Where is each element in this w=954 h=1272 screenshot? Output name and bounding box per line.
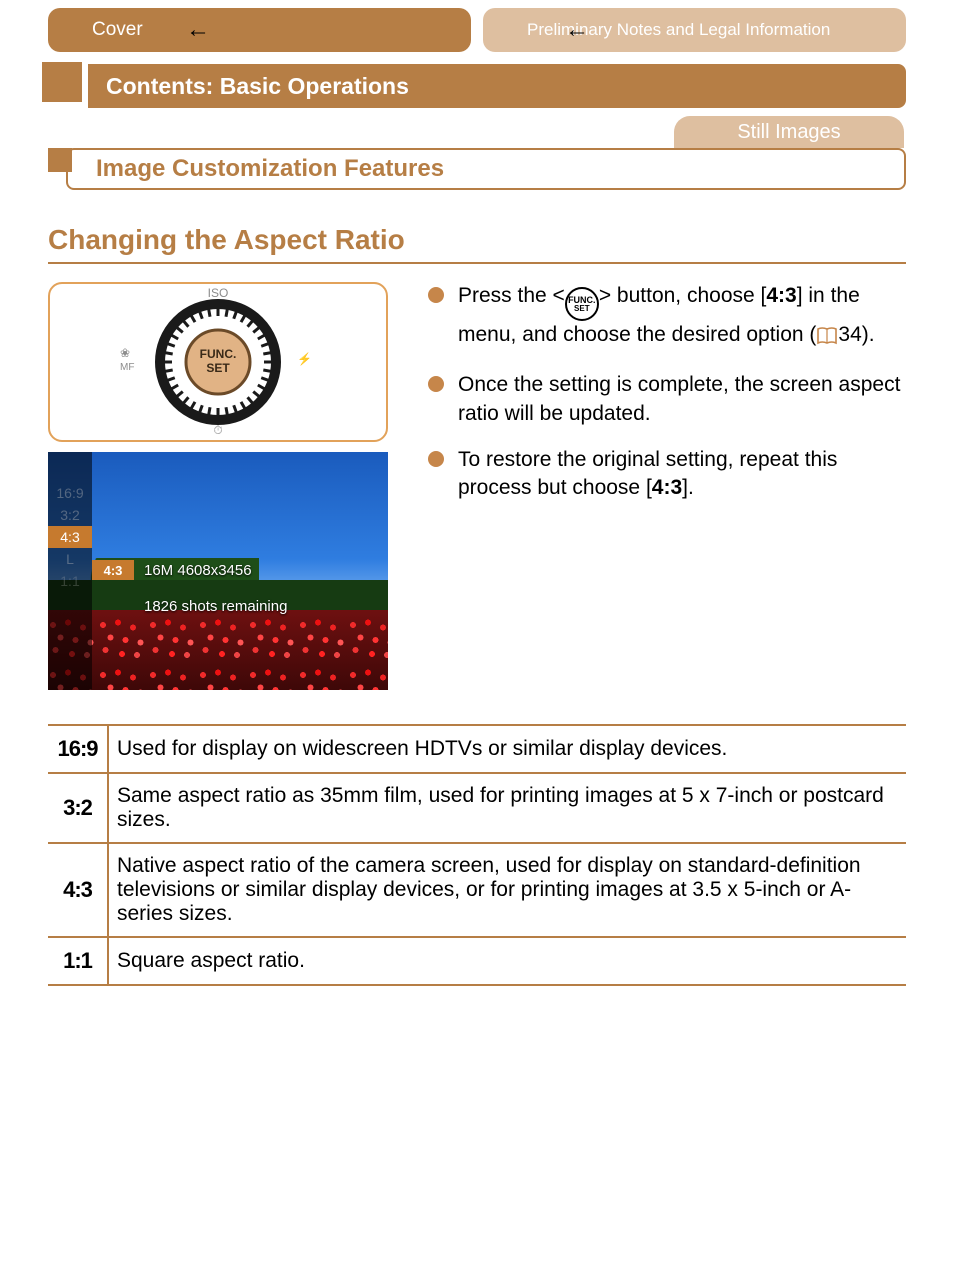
lcd-option: L [48,548,92,570]
bullet1-text-a: Press the < [458,284,565,307]
instruction-bullet-3: To restore the original setting, repeat … [428,446,906,503]
lcd-preview: 16:9 3:2 4:3 L 1:1 4:3 16M 4608x3456 182… [48,452,388,690]
aspect-ratio-table: 16:9 Used for display on widescreen HDTV… [48,724,906,986]
section-title-text: Image Customization Features [96,155,444,183]
funcset-icon: FUNC. [565,287,599,321]
chapter-bar: Contents: Basic Operations [48,64,906,108]
bullet3-ratio: 4:3 [652,476,682,499]
nav-cover-button[interactable]: ← Cover [48,8,471,52]
lcd-option-strip: 16:9 3:2 4:3 L 1:1 [48,452,92,690]
bullet-icon [428,287,444,303]
manual-page-icon [816,325,838,353]
lcd-shots-remaining-text: 1826 shots remaining [144,598,287,615]
bullet-icon [428,376,444,392]
dial-flash-icon: ⚡ [297,352,312,366]
nav-cover-label: Cover [92,19,143,41]
back-arrow-icon: ← [565,16,589,44]
ratio-cell: 4:3 [48,843,108,937]
chapter-title: Contents: Basic Operations [88,64,906,108]
section-square-icon [48,148,72,172]
dial-set-text: SET [206,361,230,375]
ratio-desc: Native aspect ratio of the camera screen… [108,843,906,937]
ratio-cell: 1:1 [48,937,108,985]
bullet1-text-d: ). [862,323,875,346]
control-dial-icon: FUNC. SET [152,296,284,428]
table-row: 16:9 Used for display on widescreen HDTV… [48,725,906,773]
section-title: Image Customization Features [66,148,906,190]
table-row: 4:3 Native aspect ratio of the camera sc… [48,843,906,937]
ratio-desc: Used for display on widescreen HDTVs or … [108,725,906,773]
bullet1-ratio: 4:3 [766,284,796,307]
table-row: 1:1 Square aspect ratio. [48,937,906,985]
instruction-bullet-2: Once the setting is complete, the screen… [428,371,906,428]
ratio-desc: Same aspect ratio as 35mm film, used for… [108,773,906,843]
lcd-resolution-text: 16M 4608x3456 [144,562,252,579]
ratio-desc: Square aspect ratio. [108,937,906,985]
bullet3-text-b: ]. [682,476,694,499]
media-tab-label: Still Images [737,121,840,144]
lcd-selected-badge: 4:3 [92,560,134,580]
dial-mf-label: MF [120,362,134,373]
bullet-icon [428,451,444,467]
ratio-cell: 16:9 [48,725,108,773]
page-heading-text: Changing the Aspect Ratio [48,224,405,255]
lcd-option: 3:2 [48,504,92,526]
table-row: 3:2 Same aspect ratio as 35mm film, used… [48,773,906,843]
nav-legal-button[interactable]: ← Preliminary Notes and Legal Informatio… [483,8,906,52]
bullet3-text-a: To restore the original setting, repeat … [458,448,837,499]
page-heading: Changing the Aspect Ratio [48,208,906,264]
instruction-bullet-1: Press the <FUNC.> button, choose [4:3] i… [428,282,906,353]
top-nav: ← Cover ← Preliminary Notes and Legal In… [48,8,906,52]
bullet2-text: Once the setting is complete, the screen… [458,371,906,428]
lcd-option: 1:1 [48,570,92,592]
chapter-square-icon [42,62,82,102]
bullet1-text-b: > button, choose [ [599,284,767,307]
control-dial-panel: ISO ❀ MF ⚡ ⏱ [48,282,388,442]
lcd-option-selected-left: 4:3 [48,526,92,548]
ratio-cell: 3:2 [48,773,108,843]
dial-macro-icon: ❀ [120,346,130,360]
bullet1-page: 34 [838,323,861,346]
chapter-title-text: Contents: Basic Operations [106,73,409,100]
lcd-option: 16:9 [48,482,92,504]
dial-func-text: FUNC. [200,347,237,361]
media-tab: Still Images [674,116,904,148]
back-arrow-icon: ← [186,16,210,44]
